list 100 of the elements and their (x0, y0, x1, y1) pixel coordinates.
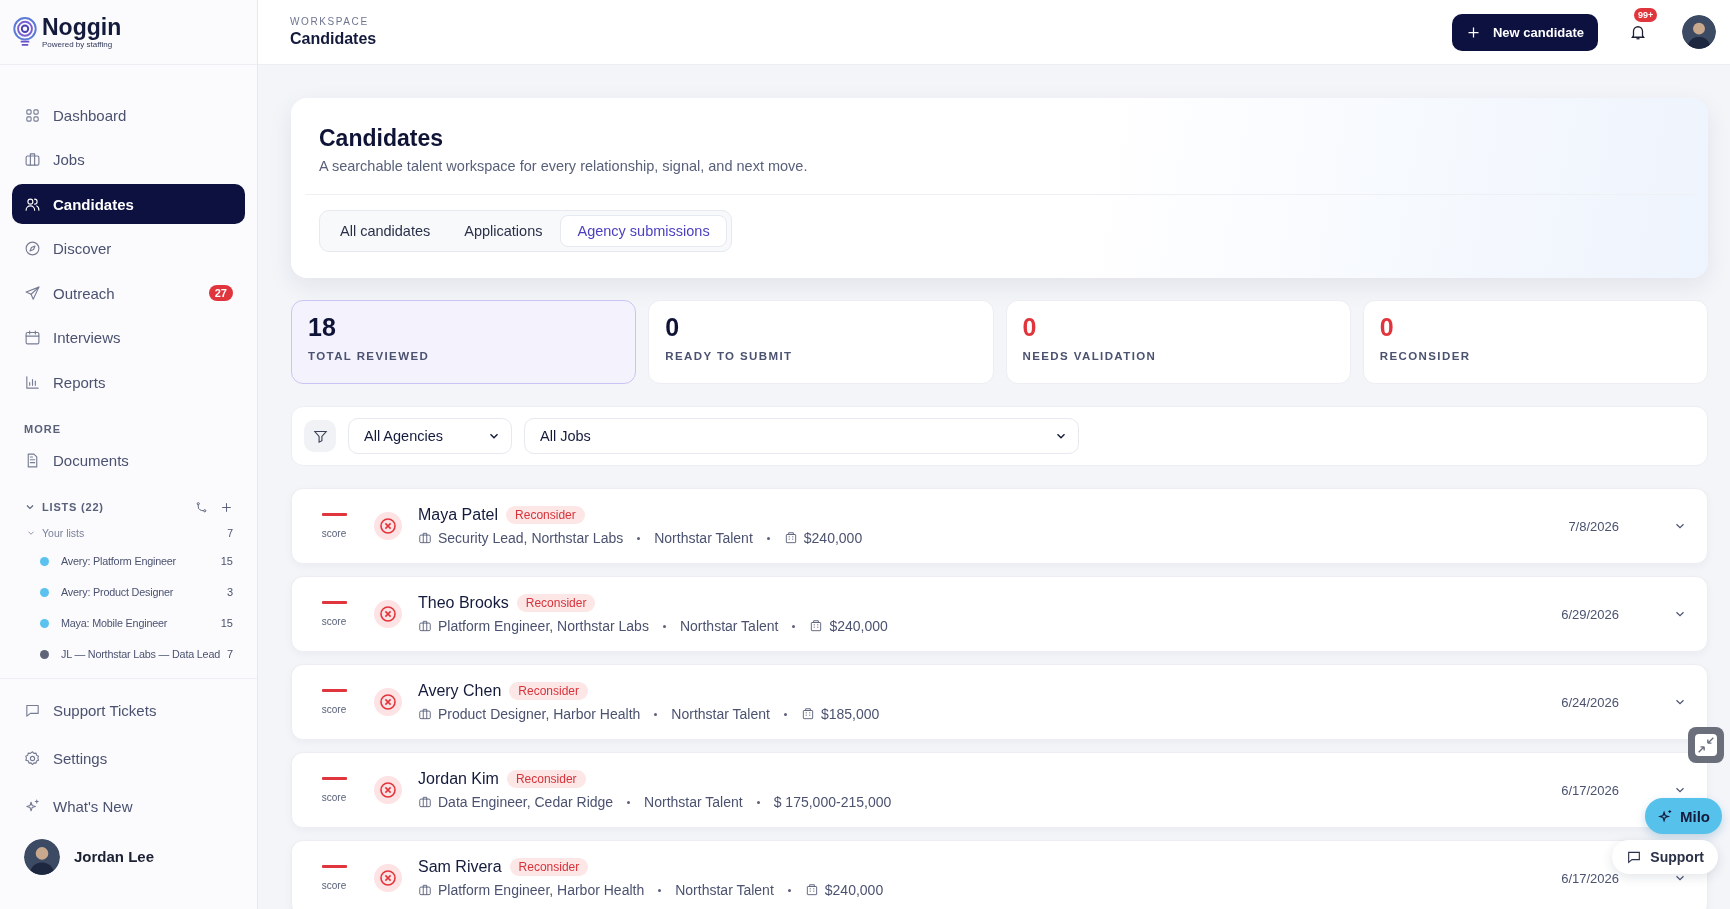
new-candidate-button[interactable]: New candidate (1451, 13, 1598, 51)
stat-label: NEEDS VALIDATION (1022, 350, 1158, 362)
stat-card[interactable]: 18 TOTAL REVIEWED (291, 300, 637, 384)
agency-dropdown[interactable]: All Agencies (348, 418, 512, 454)
stat-value: 18 (308, 315, 337, 340)
score-dash-icon (321, 513, 347, 516)
salary: $ 175,000-215,000 (773, 794, 892, 810)
filter-button[interactable] (304, 420, 336, 452)
score-label: score (321, 704, 347, 715)
candidate-card[interactable]: score Avery Chen Reconsider Product Designer, Harbor Health Northstar Talent $185,000 6/24/2026 (291, 664, 1708, 740)
avatar-icon[interactable] (1682, 15, 1716, 49)
compass-icon (24, 240, 41, 258)
stat-value: 0 (1022, 315, 1038, 340)
tab[interactable]: Agency submissions (560, 215, 727, 247)
status-badge: Reconsider (509, 858, 589, 876)
x-circle-icon (374, 864, 402, 892)
building-icon (804, 883, 819, 897)
separator-dot-icon (658, 888, 662, 892)
bar-chart-icon (24, 374, 41, 392)
agency-name: Northstar Talent (671, 706, 770, 722)
score-label: score (321, 880, 347, 891)
count-badge: 27 (208, 285, 233, 302)
separator-dot-icon (662, 624, 666, 628)
stat-card[interactable]: 0 NEEDS VALIDATION (1005, 300, 1351, 384)
support-button[interactable]: Support (1612, 840, 1718, 874)
collapse-button[interactable] (1688, 727, 1724, 763)
nav-item[interactable]: Reports (12, 362, 245, 403)
paper-plane-icon (24, 284, 41, 302)
nav-item[interactable]: Discover (12, 228, 245, 269)
score-label: score (321, 528, 347, 539)
briefcase-icon (418, 883, 432, 897)
score-dash-icon (321, 689, 347, 692)
page-title: Candidates (290, 30, 378, 48)
briefcase-icon (24, 151, 41, 169)
candidate-name[interactable]: Avery Chen (418, 682, 502, 700)
nav-item[interactable]: Candidates (12, 184, 245, 225)
list-item[interactable]: Maya: Mobile Engineer (61, 617, 215, 630)
grid-icon (24, 106, 41, 124)
separator-dot-icon (637, 536, 641, 540)
candidate-card[interactable]: score Maya Patel Reconsider Security Lead, Northstar Labs Northstar Talent $240,000 7/8/2026 (291, 488, 1708, 564)
tab[interactable]: Applications (448, 215, 559, 247)
list-group-label[interactable]: Your lists (42, 526, 222, 539)
stat-card[interactable]: 0 RECONSIDER (1362, 300, 1708, 384)
stat-card[interactable]: 0 READY TO SUBMIT (648, 300, 994, 384)
score-label: score (321, 616, 347, 627)
agency-name: Northstar Talent (675, 882, 774, 898)
lightbulb-logo-icon (12, 17, 38, 47)
candidate-name[interactable]: Theo Brooks (418, 594, 509, 612)
building-icon (800, 707, 815, 721)
submission-date: 6/24/2026 (1561, 694, 1619, 710)
lists-heading: LISTS (22) (42, 501, 105, 514)
job-title: Security Lead, Northstar Labs (438, 530, 624, 546)
agency-name: Northstar Talent (654, 530, 753, 546)
briefcase-icon (418, 531, 432, 545)
job-title: Product Designer, Harbor Health (438, 706, 641, 722)
x-circle-icon (374, 600, 402, 628)
candidate-card[interactable]: score Theo Brooks Reconsider Platform Engineer, Northstar Labs Northstar Talent $240,000 6/29/2026 (291, 576, 1708, 652)
section-title: Candidates (319, 125, 444, 152)
candidate-name[interactable]: Maya Patel (418, 506, 499, 524)
job-title: Data Engineer, Cedar Ridge (438, 794, 614, 810)
assistant-button[interactable]: Milo (1645, 798, 1722, 834)
salary: $240,000 (824, 882, 884, 898)
job-title: Platform Engineer, Northstar Labs (438, 618, 649, 634)
list-item[interactable]: Avery: Platform Engineer (61, 555, 215, 568)
nav-item[interactable]: Jobs (12, 139, 245, 180)
list-item[interactable]: Avery: Product Designer (61, 586, 221, 599)
nav-item[interactable]: Support Tickets (12, 688, 245, 733)
nav-item[interactable]: Dashboard (12, 95, 245, 135)
score-label: score (321, 792, 347, 803)
salary: $240,000 (829, 618, 888, 634)
nav-item[interactable]: Documents (12, 440, 245, 481)
separator-dot-icon (627, 800, 631, 804)
briefcase-icon (418, 707, 432, 721)
collapse-arrows-icon (1695, 734, 1717, 756)
section-subtitle: A searchable talent workspace for every relationship, signal, and next move. (319, 158, 809, 174)
job-dropdown[interactable]: All Jobs (524, 418, 1079, 454)
nav-item[interactable]: Interviews (12, 317, 245, 358)
candidate-name[interactable]: Sam Rivera (418, 858, 502, 876)
agency-name: Northstar Talent (679, 618, 779, 634)
brand-name: Noggin (42, 15, 122, 39)
stat-label: RECONSIDER (1379, 350, 1472, 362)
stat-label: TOTAL REVIEWED (308, 350, 431, 362)
list-item[interactable]: JL — Northstar Labs — Data Lead (61, 648, 221, 661)
user-name: Jordan Lee (74, 848, 155, 866)
list-count: 7 (227, 526, 233, 539)
branch-icon[interactable] (195, 500, 208, 514)
stat-value: 0 (665, 315, 681, 340)
add-icon[interactable] (220, 500, 233, 514)
tab[interactable]: All candidates (324, 215, 447, 247)
submission-date: 6/29/2026 (1561, 606, 1619, 622)
status-badge: Reconsider (506, 506, 585, 524)
notification-badge: 99+ (1634, 8, 1658, 22)
nav-item[interactable]: Outreach 27 (12, 273, 245, 314)
brand-tagline: Powered by staffing (42, 39, 113, 49)
nav-item[interactable]: Settings (12, 736, 245, 781)
notification-bell-icon[interactable] (1629, 23, 1647, 41)
nav-item[interactable]: What's New (12, 784, 245, 829)
briefcase-icon (418, 619, 432, 633)
candidate-name[interactable]: Jordan Kim (418, 770, 499, 788)
avatar-icon[interactable] (24, 838, 60, 875)
